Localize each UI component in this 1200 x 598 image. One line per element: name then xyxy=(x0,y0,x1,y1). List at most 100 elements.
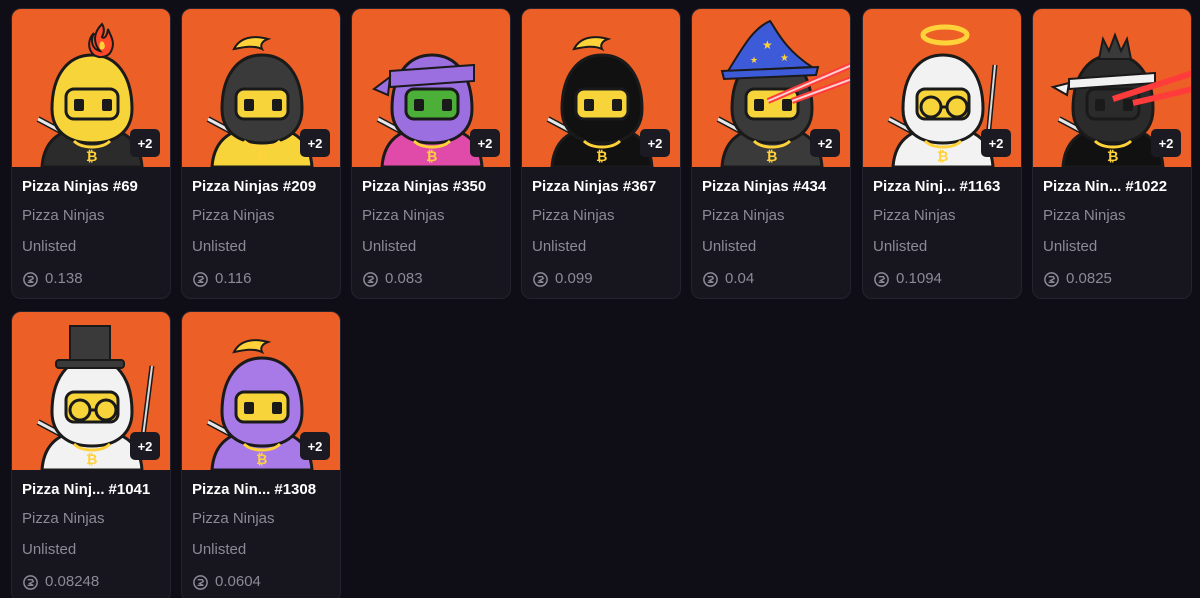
price-row: 0.138 xyxy=(22,269,160,289)
nft-image[interactable]: ₿ +2 xyxy=(182,312,340,470)
nft-info: Pizza Ninj... #1163 Pizza Ninjas Unlisted… xyxy=(863,167,1021,289)
price-row: 0.1094 xyxy=(873,269,1011,289)
nft-card[interactable]: ₿ +2 Pizza Ninjas #367 Pizza Ninjas Unli… xyxy=(521,8,681,299)
nft-card[interactable]: ₿ +2 Pizza Ninjas #350 Pizza Ninjas Unli… xyxy=(351,8,511,299)
nft-number: #1308 xyxy=(274,481,317,498)
nft-title-row[interactable]: Pizza Ninjas #434 xyxy=(702,177,840,197)
nft-info: Pizza Nin... #1022 Pizza Ninjas Unlisted … xyxy=(1033,167,1191,289)
nft-title-row[interactable]: Pizza Nin... #1022 xyxy=(1043,177,1181,197)
price-value: 0.116 xyxy=(215,270,252,287)
svg-text:₿: ₿ xyxy=(256,451,267,467)
nft-title-row[interactable]: Pizza Ninjas #209 xyxy=(192,177,330,197)
price-value: 0.0604 xyxy=(215,573,261,590)
collection-name[interactable]: Pizza Ninjas xyxy=(22,509,160,529)
extra-items-badge[interactable]: +2 xyxy=(300,129,330,157)
extra-items-badge[interactable]: +2 xyxy=(1151,129,1181,157)
svg-text:₿: ₿ xyxy=(596,148,607,164)
coin-icon xyxy=(533,271,548,287)
nft-title-row[interactable]: Pizza Ninj... #1041 xyxy=(22,480,160,500)
price-row: 0.116 xyxy=(192,269,330,289)
nft-info: Pizza Ninj... #1041 Pizza Ninjas Unlisted… xyxy=(12,470,170,592)
price-row: 0.0604 xyxy=(192,572,330,592)
collection-name[interactable]: Pizza Ninjas xyxy=(702,206,840,226)
listing-status: Unlisted xyxy=(532,238,587,255)
nft-card[interactable]: ₿ ★ ★ ★ +2 Pizza Ninjas #434 Pizza Ninjas … xyxy=(691,8,851,299)
price-value: 0.1094 xyxy=(896,270,942,287)
nft-number: #1163 xyxy=(959,178,1001,195)
svg-text:★: ★ xyxy=(780,53,789,64)
nft-title: Pizza Ninjas #350 xyxy=(362,178,487,195)
coin-icon xyxy=(193,271,208,287)
nft-title: Pizza Ninjas #367 xyxy=(532,178,657,195)
collection-name[interactable]: Pizza Ninjas xyxy=(192,509,330,529)
fire-icon xyxy=(88,22,114,58)
nft-card[interactable]: ₿ +2 Pizza Ninj... #1163 Pizza Ninjas Unl… xyxy=(862,8,1022,299)
nft-card[interactable]: ₿ +2 Pizza Ninjas #209 Pizza Ninjas Unli… xyxy=(181,8,341,299)
nft-title-row[interactable]: Pizza Ninjas #350 xyxy=(362,177,500,197)
coin-icon xyxy=(193,574,208,590)
svg-text:₿: ₿ xyxy=(256,148,267,164)
nft-image[interactable]: ₿ +2 xyxy=(182,9,340,167)
svg-text:₿: ₿ xyxy=(766,148,777,164)
svg-text:₿: ₿ xyxy=(426,148,437,164)
nft-image[interactable]: ₿ ★ ★ ★ +2 xyxy=(692,9,850,167)
extra-items-badge[interactable]: +2 xyxy=(130,432,160,460)
nft-image[interactable]: ₿ +2 xyxy=(352,9,510,167)
nft-info: Pizza Ninjas #434 Pizza Ninjas Unlisted … xyxy=(692,167,850,289)
extra-items-badge[interactable]: +2 xyxy=(981,129,1011,157)
listing-status: Unlisted xyxy=(22,238,77,255)
head-shape xyxy=(220,53,304,145)
price-value: 0.083 xyxy=(385,270,423,287)
nft-grid: ₿ +2 Pizza Ninjas #69 Pizza Ninjas Unlis… xyxy=(0,0,1200,598)
crown-icon xyxy=(1097,32,1133,60)
collection-name[interactable]: Pizza Ninjas xyxy=(1043,206,1181,226)
coin-icon xyxy=(23,574,38,590)
svg-text:₿: ₿ xyxy=(86,148,97,164)
nft-card[interactable]: ₿ +2 Pizza Ninj... #1041 Pizza Ninjas Unl… xyxy=(11,311,171,598)
nft-number: #1041 xyxy=(108,481,151,498)
coin-icon xyxy=(363,271,378,287)
nft-title: Pizza Ninjas #209 xyxy=(192,178,317,195)
listing-status: Unlisted xyxy=(362,238,417,255)
coin-icon xyxy=(1044,271,1059,287)
price-value: 0.0825 xyxy=(1066,270,1112,287)
nft-image[interactable]: ₿ +2 xyxy=(12,312,170,470)
extra-items-badge[interactable]: +2 xyxy=(640,129,670,157)
svg-text:₿: ₿ xyxy=(937,148,948,164)
collection-name[interactable]: Pizza Ninjas xyxy=(192,206,330,226)
nft-image[interactable]: ₿ +2 xyxy=(12,9,170,167)
collection-name[interactable]: Pizza Ninjas xyxy=(22,206,160,226)
listing-status: Unlisted xyxy=(1043,238,1098,255)
nft-title-row[interactable]: Pizza Ninjas #367 xyxy=(532,177,670,197)
price-value: 0.138 xyxy=(45,270,83,287)
nft-title-row[interactable]: Pizza Ninjas #69 xyxy=(22,177,160,197)
nft-title-truncated: Pizza Nin... xyxy=(1043,178,1122,195)
extra-items-badge[interactable]: +2 xyxy=(130,129,160,157)
svg-text:₿: ₿ xyxy=(1107,148,1118,164)
extra-items-badge[interactable]: +2 xyxy=(300,432,330,460)
top-hat-icon xyxy=(55,325,125,369)
head-shape xyxy=(901,53,985,145)
collection-name[interactable]: Pizza Ninjas xyxy=(873,206,1011,226)
extra-items-badge[interactable]: +2 xyxy=(470,129,500,157)
price-row: 0.08248 xyxy=(22,572,160,592)
extra-items-badge[interactable]: +2 xyxy=(810,129,840,157)
nft-info: Pizza Nin... #1308 Pizza Ninjas Unlisted … xyxy=(182,470,340,592)
nft-card[interactable]: ₿ +2 Pizza Nin... #1308 Pizza Ninjas Unli… xyxy=(181,311,341,598)
nft-image[interactable]: ₿ +2 xyxy=(522,9,680,167)
nft-image[interactable]: ₿ +2 xyxy=(863,9,1021,167)
nft-card[interactable]: ₿ +2 Pizza Ninjas #69 Pizza Ninjas Unlis… xyxy=(11,8,171,299)
listing-status: Unlisted xyxy=(192,238,247,255)
price-value: 0.099 xyxy=(555,270,593,287)
price-row: 0.0825 xyxy=(1043,269,1181,289)
collection-name[interactable]: Pizza Ninjas xyxy=(362,206,500,226)
nft-image[interactable]: ₿ +2 xyxy=(1033,9,1191,167)
nft-title-row[interactable]: Pizza Ninj... #1163 xyxy=(873,177,1011,197)
nft-card[interactable]: ₿ +2 Pizza Nin... #1022 Pizza Ninjas Unli… xyxy=(1032,8,1192,299)
listing-status: Unlisted xyxy=(192,541,247,558)
nft-title-row[interactable]: Pizza Nin... #1308 xyxy=(192,480,330,500)
head-shape xyxy=(50,356,134,448)
nft-title-truncated: Pizza Ninj... xyxy=(873,178,956,195)
collection-name[interactable]: Pizza Ninjas xyxy=(532,206,670,226)
head-shape xyxy=(220,356,304,448)
